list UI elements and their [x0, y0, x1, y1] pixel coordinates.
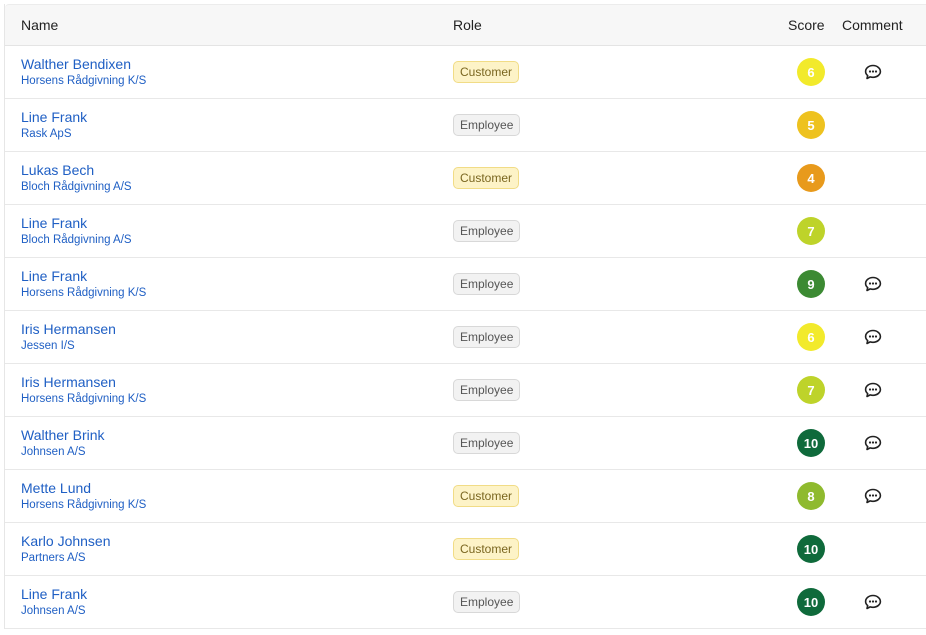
- company-name-link[interactable]: Jessen I/S: [21, 338, 116, 354]
- name-cell: Line Frank Bloch Rådgivning A/S: [21, 215, 132, 248]
- company-name-link[interactable]: Horsens Rådgivning K/S: [21, 73, 146, 89]
- role-badge: Employee: [453, 220, 521, 242]
- column-header-comment[interactable]: Comment: [842, 17, 903, 33]
- table-row[interactable]: Iris Hermansen Jessen I/S Employee 6: [5, 311, 926, 364]
- company-name-link[interactable]: Horsens Rådgivning K/S: [21, 497, 146, 513]
- table-header: Name Role Score Comment: [5, 4, 926, 46]
- score-badge: 6: [797, 323, 825, 351]
- person-name-link[interactable]: Mette Lund: [21, 480, 146, 497]
- table-row[interactable]: Walther Bendixen Horsens Rådgivning K/S …: [5, 46, 926, 99]
- table-row[interactable]: Karlo Johnsen Partners A/S Customer 10: [5, 523, 926, 576]
- score-badge: 4: [797, 164, 825, 192]
- person-name-link[interactable]: Lukas Bech: [21, 162, 132, 179]
- company-name-link[interactable]: Rask ApS: [21, 126, 87, 142]
- person-name-link[interactable]: Line Frank: [21, 586, 87, 603]
- person-name-link[interactable]: Walther Brink: [21, 427, 105, 444]
- comment-icon[interactable]: [864, 488, 882, 504]
- score-badge: 5: [797, 111, 825, 139]
- column-header-role[interactable]: Role: [453, 17, 482, 33]
- person-name-link[interactable]: Line Frank: [21, 268, 146, 285]
- comment-icon[interactable]: [864, 64, 882, 80]
- score-badge: 10: [797, 535, 825, 563]
- comment-icon[interactable]: [864, 329, 882, 345]
- person-name-link[interactable]: Line Frank: [21, 109, 87, 126]
- responses-table: Name Role Score Comment Walther Bendixen…: [4, 4, 926, 629]
- person-name-link[interactable]: Karlo Johnsen: [21, 533, 111, 550]
- score-badge: 10: [797, 588, 825, 616]
- name-cell: Lukas Bech Bloch Rådgivning A/S: [21, 162, 132, 195]
- role-badge: Employee: [453, 432, 521, 454]
- table-row[interactable]: Iris Hermansen Horsens Rådgivning K/S Em…: [5, 364, 926, 417]
- person-name-link[interactable]: Line Frank: [21, 215, 132, 232]
- comment-icon[interactable]: [864, 435, 882, 451]
- comment-icon[interactable]: [864, 594, 882, 610]
- score-badge: 10: [797, 429, 825, 457]
- name-cell: Line Frank Johnsen A/S: [21, 586, 87, 619]
- name-cell: Line Frank Rask ApS: [21, 109, 87, 142]
- person-name-link[interactable]: Walther Bendixen: [21, 56, 146, 73]
- name-cell: Mette Lund Horsens Rådgivning K/S: [21, 480, 146, 513]
- role-badge: Employee: [453, 114, 521, 136]
- person-name-link[interactable]: Iris Hermansen: [21, 374, 146, 391]
- name-cell: Walther Brink Johnsen A/S: [21, 427, 105, 460]
- company-name-link[interactable]: Partners A/S: [21, 550, 111, 566]
- role-badge: Customer: [453, 61, 520, 83]
- company-name-link[interactable]: Horsens Rådgivning K/S: [21, 285, 146, 301]
- role-badge: Employee: [453, 591, 521, 613]
- column-header-score[interactable]: Score: [788, 17, 825, 33]
- role-badge: Customer: [453, 167, 520, 189]
- name-cell: Iris Hermansen Horsens Rådgivning K/S: [21, 374, 146, 407]
- score-badge: 6: [797, 58, 825, 86]
- score-badge: 7: [797, 217, 825, 245]
- name-cell: Karlo Johnsen Partners A/S: [21, 533, 111, 566]
- role-badge: Employee: [453, 273, 521, 295]
- role-badge: Customer: [453, 538, 520, 560]
- table-row[interactable]: Line Frank Horsens Rådgivning K/S Employ…: [5, 258, 926, 311]
- company-name-link[interactable]: Johnsen A/S: [21, 444, 105, 460]
- role-badge: Employee: [453, 326, 521, 348]
- name-cell: Iris Hermansen Jessen I/S: [21, 321, 116, 354]
- table-row[interactable]: Mette Lund Horsens Rådgivning K/S Custom…: [5, 470, 926, 523]
- role-badge: Employee: [453, 379, 521, 401]
- person-name-link[interactable]: Iris Hermansen: [21, 321, 116, 338]
- company-name-link[interactable]: Bloch Rådgivning A/S: [21, 179, 132, 195]
- company-name-link[interactable]: Bloch Rådgivning A/S: [21, 232, 132, 248]
- table-row[interactable]: Line Frank Rask ApS Employee 5: [5, 99, 926, 152]
- table-row[interactable]: Line Frank Bloch Rådgivning A/S Employee…: [5, 205, 926, 258]
- table-row[interactable]: Line Frank Johnsen A/S Employee 10: [5, 576, 926, 629]
- comment-icon[interactable]: [864, 382, 882, 398]
- score-badge: 9: [797, 270, 825, 298]
- company-name-link[interactable]: Johnsen A/S: [21, 603, 87, 619]
- company-name-link[interactable]: Horsens Rådgivning K/S: [21, 391, 146, 407]
- comment-icon[interactable]: [864, 276, 882, 292]
- name-cell: Line Frank Horsens Rådgivning K/S: [21, 268, 146, 301]
- table-row[interactable]: Lukas Bech Bloch Rådgivning A/S Customer…: [5, 152, 926, 205]
- score-badge: 8: [797, 482, 825, 510]
- name-cell: Walther Bendixen Horsens Rådgivning K/S: [21, 56, 146, 89]
- table-row[interactable]: Walther Brink Johnsen A/S Employee 10: [5, 417, 926, 470]
- role-badge: Customer: [453, 485, 520, 507]
- table-body: Walther Bendixen Horsens Rådgivning K/S …: [5, 46, 926, 629]
- score-badge: 7: [797, 376, 825, 404]
- column-header-name[interactable]: Name: [21, 17, 58, 33]
